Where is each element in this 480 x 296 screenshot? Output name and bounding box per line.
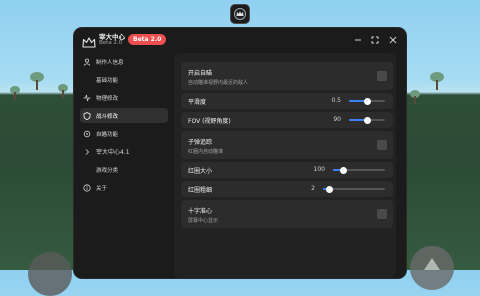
app-version: Beta 2.0	[99, 40, 123, 46]
user-icon	[81, 56, 93, 68]
setting-title: 子弹追踪	[188, 139, 213, 146]
minimize-icon	[355, 39, 361, 41]
sidebar-item-label: 宰大中心4.1	[96, 149, 130, 156]
slider-value: 100	[313, 166, 325, 173]
slider-knob[interactable]	[339, 166, 347, 174]
shield-icon	[81, 110, 93, 122]
setting-description: 红圈内自动瞄准	[188, 149, 224, 155]
settings-panel: 开启自瞄 自动瞄准视野内最近的敌人 平滑度 0.5 FOV (视野角度) 90 …	[174, 53, 396, 278]
setting-crosshair[interactable]: 十字准心 屏幕中心显示	[181, 200, 393, 228]
sidebar-item-basic-features[interactable]: 基础功能	[80, 72, 168, 87]
sidebar-item-label: 基础功能	[96, 77, 119, 84]
jump-arrow-icon	[424, 258, 440, 270]
close-icon	[389, 36, 397, 44]
sidebar-item-label: 自瞄功能	[96, 131, 119, 138]
setting-description: 自动瞄准视野内最近的敌人	[188, 80, 249, 86]
sidebar-item-creator-info[interactable]: 制作人信息	[80, 54, 168, 69]
sidebar-item-label: 游戏分类	[96, 167, 119, 174]
sidebar-item-combat[interactable]: 战斗修改	[80, 108, 168, 123]
setting-title: 红圈大小	[188, 168, 213, 175]
joystick[interactable]	[28, 252, 72, 296]
slider-value: 90	[333, 116, 341, 123]
circle-size-slider[interactable]	[333, 166, 385, 174]
sidebar-item-aimbot[interactable]: 自瞄功能	[80, 126, 168, 141]
setting-title: FOV (视野角度)	[188, 118, 231, 125]
sidebar-item-label: 物理修改	[96, 95, 119, 102]
setting-title: 红圈粗细	[188, 187, 213, 194]
maximize-icon	[371, 36, 379, 44]
minimize-button[interactable]	[352, 34, 364, 46]
setting-fov: FOV (视野角度) 90	[181, 112, 393, 128]
slider-value: 0.5	[331, 97, 341, 104]
slider-value: 2	[311, 185, 315, 192]
fov-slider[interactable]	[349, 116, 385, 124]
setting-smoothness: 平滑度 0.5	[181, 93, 393, 109]
sidebar-item-about[interactable]: 关于	[80, 180, 168, 195]
setting-silent-aim[interactable]: 开启自瞄 自动瞄准视野内最近的敌人	[181, 62, 393, 90]
sidebar-group-zaida-center[interactable]: 宰大中心4.1	[80, 144, 168, 159]
close-button[interactable]	[387, 34, 399, 46]
crown-logo-icon	[82, 34, 96, 53]
titlebar: 宰大中心 Beta 2.0 Beta 2.0	[74, 28, 406, 52]
sidebar-item-label: 战斗修改	[96, 113, 119, 120]
maximize-button[interactable]	[369, 34, 381, 46]
chevron-right-icon	[81, 146, 93, 158]
slider-knob[interactable]	[363, 116, 371, 124]
slider-knob[interactable]	[363, 97, 371, 105]
bullet-track-checkbox[interactable]	[377, 140, 387, 150]
crosshair-checkbox[interactable]	[377, 209, 387, 219]
setting-title: 十字准心	[188, 208, 213, 215]
main-window: 宰大中心 Beta 2.0 Beta 2.0 制作人信息 基础功能 物理修改 战…	[74, 28, 406, 278]
slider-knob[interactable]	[325, 185, 333, 193]
sidebar-item-game-category[interactable]: 游戏分类	[80, 162, 168, 177]
smoothness-slider[interactable]	[349, 97, 385, 105]
sidebar: 制作人信息 基础功能 物理修改 战斗修改 自瞄功能 宰大中心4.1 游戏分类 关…	[80, 54, 168, 198]
circle-thickness-slider[interactable]	[323, 185, 385, 193]
silent-aim-checkbox[interactable]	[377, 71, 387, 81]
sidebar-item-label: 制作人信息	[96, 59, 124, 66]
info-icon	[81, 182, 93, 194]
sidebar-item-label: 关于	[96, 185, 108, 192]
crosshair-icon	[81, 128, 93, 140]
setting-bullet-track[interactable]: 子弹追踪 红圈内自动瞄准	[181, 131, 393, 159]
setting-title: 开启自瞄	[188, 70, 213, 77]
jump-button[interactable]	[410, 246, 454, 290]
activity-icon	[81, 92, 93, 104]
sidebar-item-physics[interactable]: 物理修改	[80, 90, 168, 105]
version-badge: Beta 2.0	[128, 34, 167, 45]
crown-icon	[234, 8, 246, 20]
setting-circle-size: 红圈大小 100	[181, 162, 393, 178]
app-toggle-button[interactable]	[230, 4, 250, 24]
setting-description: 屏幕中心显示	[188, 218, 219, 224]
setting-circle-thickness: 红圈粗细 2	[181, 181, 393, 197]
setting-title: 平滑度	[188, 99, 207, 106]
